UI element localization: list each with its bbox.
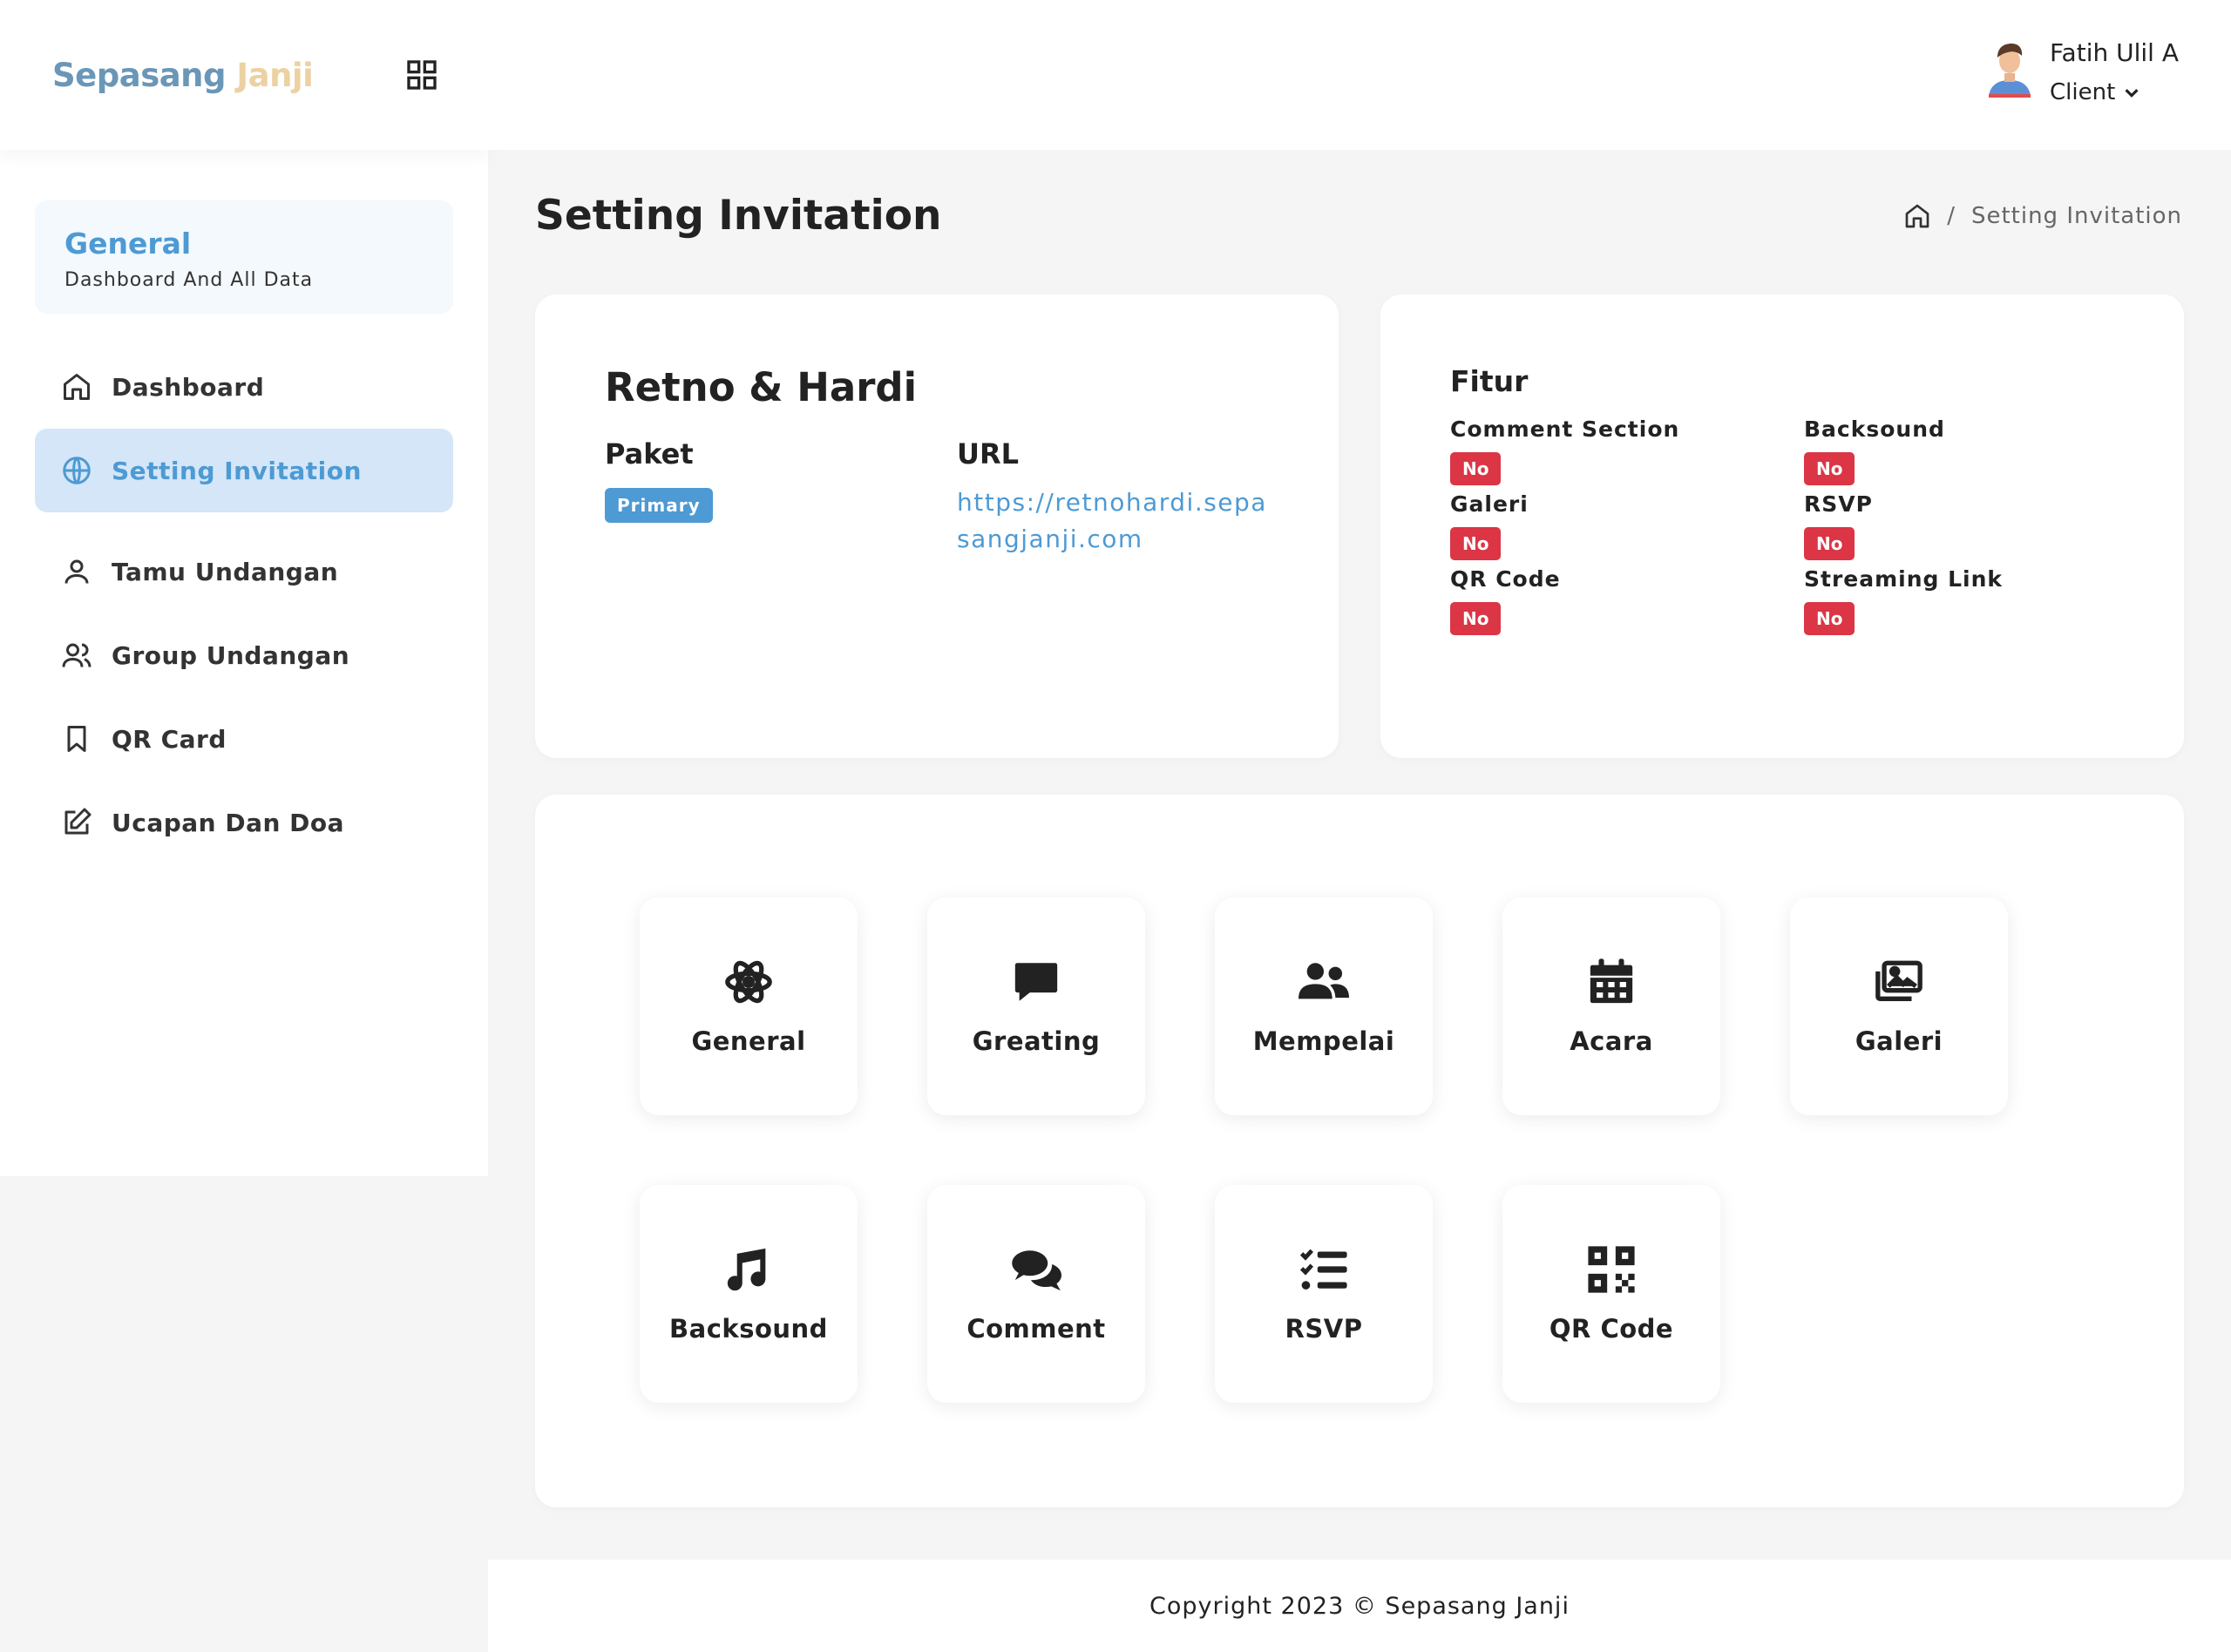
tile-backsound[interactable]: Backsound: [640, 1185, 858, 1403]
message-icon: [1014, 963, 1058, 1001]
feature-qr-code: QR Code No: [1450, 566, 1561, 635]
breadcrumb-separator: /: [1947, 203, 1956, 229]
tile-label: Galeri: [1855, 1026, 1943, 1056]
images-icon: [1875, 960, 1922, 1001]
grid-menu-icon[interactable]: [404, 58, 439, 92]
sidebar-section-title: General: [64, 227, 192, 261]
page-title: Setting Invitation: [535, 192, 942, 240]
feature-status-badge: No: [1450, 527, 1502, 560]
sidebar-header: Sepasang Janji: [0, 0, 488, 150]
breadcrumb: / Setting Invitation: [1903, 202, 2182, 230]
feature-comment-section: Comment Section No: [1450, 416, 1679, 485]
paket-label: Paket: [605, 437, 694, 471]
user-menu[interactable]: Fatih Ulil A Client: [1985, 38, 2179, 105]
home-icon[interactable]: [1903, 202, 1931, 230]
user-role-dropdown[interactable]: Client: [2050, 79, 2179, 105]
music-icon: [727, 1248, 766, 1291]
features-title: Fitur: [1450, 364, 1529, 398]
feature-status-badge: No: [1804, 452, 1855, 485]
sidebar-item-label: Setting Invitation: [112, 456, 362, 485]
settings-menu-card: General Greating Mempelai Acara Galeri B…: [535, 795, 2184, 1507]
sidebar: Sepasang Janji General Dashboard And All…: [0, 0, 488, 1176]
tile-label: Acara: [1570, 1026, 1653, 1056]
top-bar: Fatih Ulil A Client: [488, 0, 2231, 150]
qrcode-icon: [1588, 1246, 1635, 1293]
breadcrumb-current: Setting Invitation: [1970, 203, 2182, 229]
tile-acara[interactable]: Acara: [1502, 897, 1720, 1115]
features-card: Fitur Comment Section No Backsound No Ga…: [1380, 295, 2184, 758]
feature-label: QR Code: [1450, 566, 1561, 592]
feature-streaming-link: Streaming Link No: [1804, 566, 2003, 635]
tile-general[interactable]: General: [640, 897, 858, 1115]
atom-icon: [725, 960, 772, 1004]
feature-label: RSVP: [1804, 491, 1873, 517]
sidebar-item-label: Dashboard: [112, 372, 265, 402]
brand-logo[interactable]: Sepasang Janji: [52, 56, 314, 94]
tile-galeri[interactable]: Galeri: [1790, 897, 2008, 1115]
globe-icon: [63, 457, 91, 484]
tile-label: Comment: [966, 1314, 1106, 1344]
tile-label: QR Code: [1549, 1314, 1674, 1344]
list-check-icon: [1299, 1249, 1347, 1290]
sidebar-section-header: General Dashboard And All Data: [35, 200, 453, 314]
sidebar-item-label: Group Undangan: [112, 640, 350, 670]
chevron-down-icon: [2125, 89, 2139, 98]
user-role-label: Client: [2050, 79, 2116, 105]
users-icon: [1299, 963, 1349, 999]
user-icon: [64, 559, 89, 584]
url-label: URL: [957, 437, 1020, 471]
paket-badge: Primary: [605, 488, 713, 523]
tile-mempelai[interactable]: Mempelai: [1215, 897, 1433, 1115]
sidebar-item-qr-card[interactable]: QR Card: [35, 697, 453, 781]
feature-status-badge: No: [1804, 527, 1855, 560]
feature-backsound: Backsound No: [1804, 416, 1945, 485]
feature-label: Backsound: [1804, 416, 1945, 442]
feature-label: Comment Section: [1450, 416, 1680, 442]
feature-status-badge: No: [1450, 602, 1502, 635]
tile-label: General: [691, 1026, 806, 1056]
tile-greating[interactable]: Greating: [927, 897, 1145, 1115]
sidebar-item-label: Ucapan Dan Doa: [112, 808, 345, 837]
couple-name: Retno & Hardi: [605, 364, 918, 410]
sidebar-item-label: Tamu Undangan: [112, 557, 339, 586]
user-name: Fatih Ulil A: [2050, 38, 2179, 67]
invitation-summary-card: Retno & Hardi Paket Primary URL https://…: [535, 295, 1339, 758]
feature-label: Galeri: [1450, 491, 1529, 517]
brand-part1: Sepasang: [52, 56, 227, 94]
tile-comment[interactable]: Comment: [927, 1185, 1145, 1403]
calendar-icon: [1590, 958, 1633, 1004]
home-icon: [64, 374, 90, 400]
tile-label: RSVP: [1285, 1314, 1363, 1344]
feature-status-badge: No: [1804, 602, 1855, 635]
invitation-url-link[interactable]: https://retnohardi.sepasangjanji.com: [957, 484, 1271, 558]
bookmark-icon: [67, 726, 86, 752]
edit-icon: [64, 808, 92, 835]
tile-label: Backsound: [669, 1314, 828, 1344]
footer-copyright: Copyright 2023 © Sepasang Janji: [1149, 1592, 1570, 1620]
sidebar-item-label: QR Card: [112, 724, 227, 754]
feature-galeri: Galeri No: [1450, 491, 1529, 560]
feature-label: Streaming Link: [1804, 566, 2004, 592]
tile-label: Greating: [972, 1026, 1101, 1056]
sidebar-item-dashboard[interactable]: Dashboard: [35, 345, 453, 429]
users-icon: [62, 643, 92, 667]
comments-icon: [1012, 1250, 1061, 1291]
sidebar-nav: Dashboard Setting Invitation Tamu Undang…: [0, 345, 488, 864]
footer: Copyright 2023 © Sepasang Janji: [488, 1560, 2231, 1652]
tile-qr-code[interactable]: QR Code: [1502, 1185, 1720, 1403]
avatar: [1989, 44, 2031, 98]
brand-part2: Janji: [236, 56, 314, 94]
sidebar-item-ucapan-dan-doa[interactable]: Ucapan Dan Doa: [35, 781, 453, 864]
sidebar-item-group-undangan[interactable]: Group Undangan: [35, 613, 453, 697]
feature-rsvp: RSVP No: [1804, 491, 1873, 560]
sidebar-item-tamu-undangan[interactable]: Tamu Undangan: [35, 530, 453, 613]
feature-status-badge: No: [1450, 452, 1502, 485]
sidebar-section-subtitle: Dashboard And All Data: [64, 269, 314, 291]
sidebar-item-setting-invitation[interactable]: Setting Invitation: [35, 429, 453, 512]
tile-rsvp[interactable]: RSVP: [1215, 1185, 1433, 1403]
tile-label: Mempelai: [1252, 1026, 1395, 1056]
